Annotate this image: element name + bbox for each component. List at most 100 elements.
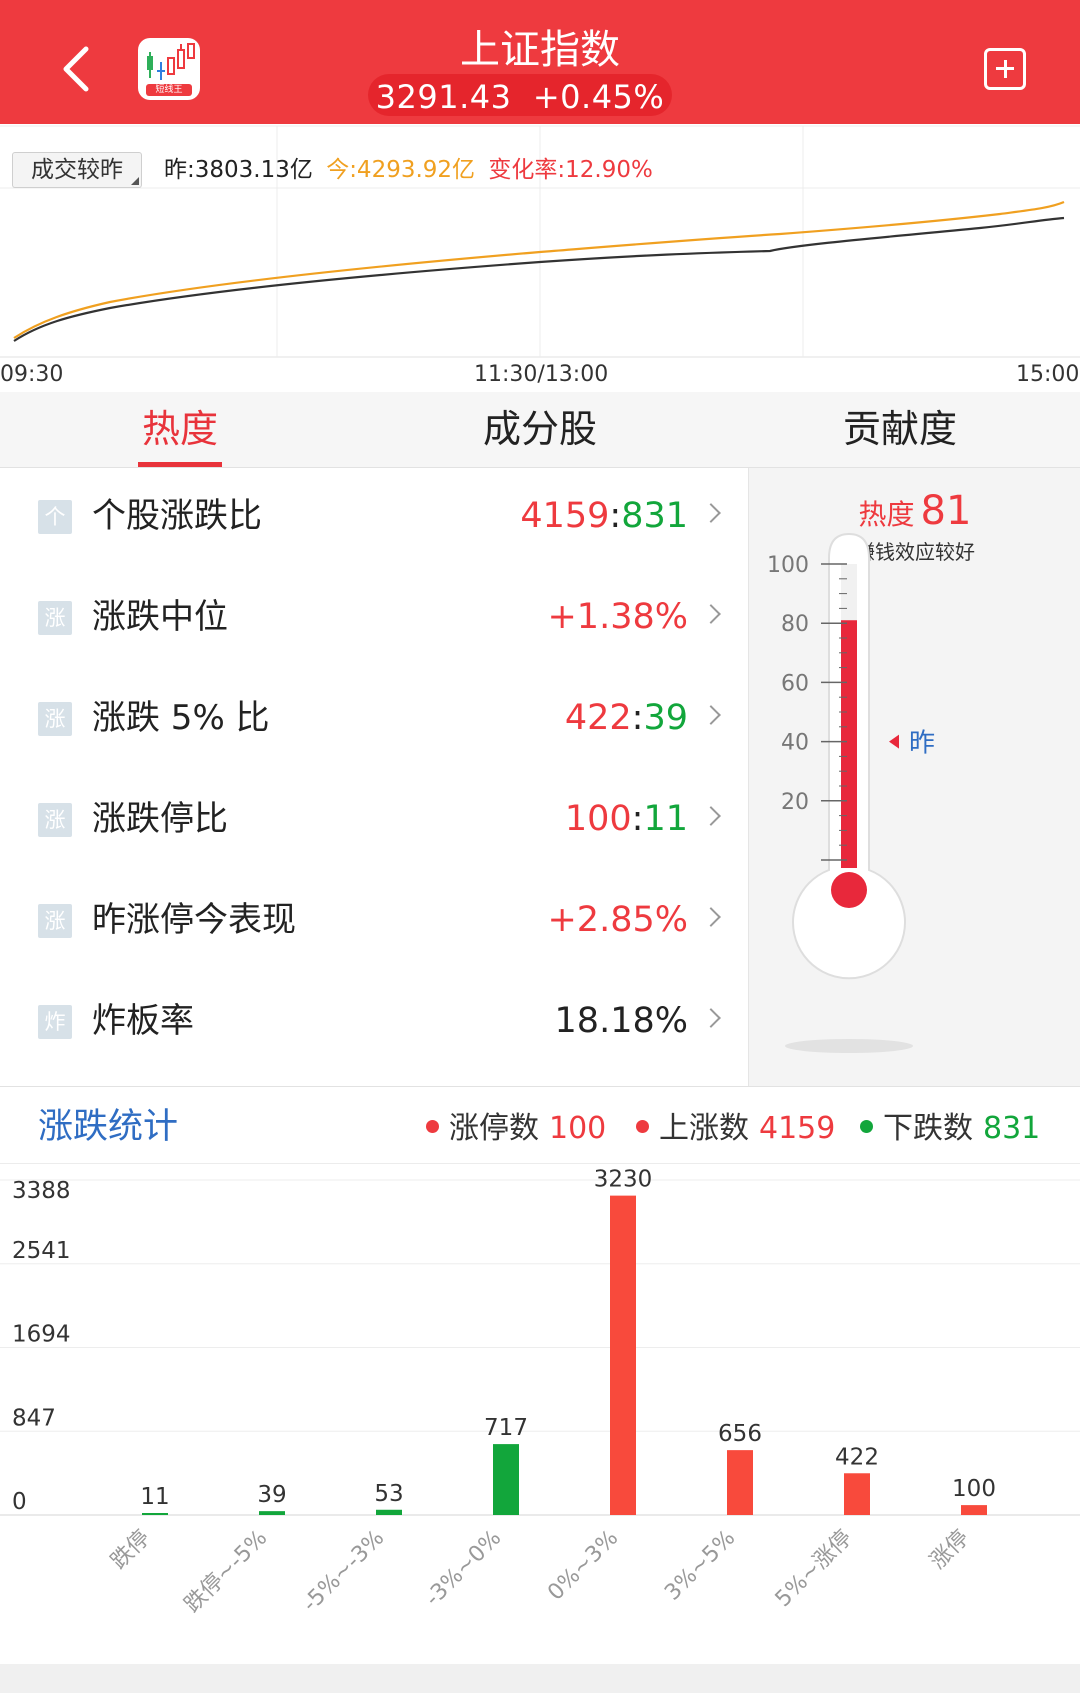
volume-change-rate: 变化率:12.90% xyxy=(488,157,653,183)
bar-value-label: 100 xyxy=(952,1476,996,1502)
x-tick-label: -3%~0% xyxy=(421,1526,507,1612)
y-tick-label: 3388 xyxy=(12,1178,71,1204)
legend-decliners: 下跌数 831 xyxy=(860,1109,1040,1149)
x-tick-label: 0%~3% xyxy=(543,1526,623,1606)
metric-label: 涨跌中位 xyxy=(92,597,228,637)
metric-value: 18.18% xyxy=(554,1001,688,1041)
metric-label: 涨跌 5% 比 xyxy=(92,698,270,738)
thermometer-bulb xyxy=(831,872,867,908)
x-tick-label: 3%~5% xyxy=(660,1526,740,1606)
bar-value-label: 3230 xyxy=(594,1167,653,1193)
index-price-text: 3291.43 +0.45% xyxy=(368,78,672,116)
metric-value: +2.85% xyxy=(547,900,688,940)
metric-icon: 涨 xyxy=(38,702,72,736)
metric-row-broken-board-rate[interactable]: 炸 炸板率 18.18% xyxy=(0,973,748,1073)
tab-bar: 热度 成分股 贡献度 xyxy=(0,392,1080,468)
bar xyxy=(376,1509,402,1515)
thermometer-scale-label: 80 xyxy=(781,612,809,637)
bar xyxy=(142,1513,168,1515)
yesterday-marker-label: 昨 xyxy=(909,729,935,759)
page-title: 上证指数 xyxy=(460,27,620,73)
tab-contribution[interactable]: 贡献度 xyxy=(720,392,1080,468)
bar xyxy=(727,1450,753,1515)
metric-row-limit-up-followthrough[interactable]: 涨 昨涨停今表现 +2.85% xyxy=(0,872,748,972)
distribution-bar-chart: 3388 2541 1694 847 0 11 跌停 39 跌停~-5% 53 -5%~-3% 717… xyxy=(0,1167,1080,1618)
heat-thermometer-panel: 热度 81 赚钱效应较好 100 80 60 40 20 昨 xyxy=(748,468,1080,1086)
tab-heat[interactable]: 热度 xyxy=(0,392,360,468)
metrics-list: 个 个股涨跌比 4159:831 涨 涨跌中位 +1.38% 涨 涨跌 5% 比… xyxy=(0,468,748,1086)
yesterday-volume-line xyxy=(13,216,1065,342)
metric-row-limit-ratio[interactable]: 涨 涨跌停比 100:11 xyxy=(0,771,748,871)
thermometer-scale-label: 100 xyxy=(767,553,809,578)
thermometer-scale-label: 20 xyxy=(781,790,809,815)
metric-icon: 涨 xyxy=(38,904,72,938)
volume-compare-legend: 昨:3803.13亿 今:4293.92亿 变化率:12.90% xyxy=(164,154,659,186)
metric-value: 4159:831 xyxy=(520,496,688,536)
candlestick-icon xyxy=(147,43,195,80)
volume-today: 今:4293.92亿 xyxy=(326,157,476,183)
metric-label: 涨跌停比 xyxy=(92,799,228,839)
x-tick-label: -5%~-3% xyxy=(298,1526,389,1617)
add-watchlist-button[interactable] xyxy=(984,48,1026,90)
metric-icon: 涨 xyxy=(38,803,72,837)
app-logo[interactable]: 短线王 xyxy=(138,38,200,100)
metric-row-adv-dec-ratio[interactable]: 个 个股涨跌比 4159:831 xyxy=(0,468,748,568)
y-tick-label: 1694 xyxy=(12,1322,71,1348)
active-tab-indicator xyxy=(138,462,222,467)
bar-value-label: 717 xyxy=(484,1415,528,1441)
bar xyxy=(844,1473,870,1515)
stats-title: 涨跌统计 xyxy=(38,1107,179,1147)
index-price-pill: 3291.43 +0.45% xyxy=(368,74,672,116)
tab-constituents[interactable]: 成分股 xyxy=(360,392,720,468)
thermometer-graphic: 100 80 60 40 20 昨 xyxy=(767,532,935,1053)
x-tick-label: 跌停~-5% xyxy=(180,1526,272,1618)
thermometer-shadow xyxy=(785,1039,913,1053)
metric-label: 个股涨跌比 xyxy=(92,496,262,536)
legend-dot xyxy=(860,1120,873,1133)
y-tick-label: 2541 xyxy=(12,1238,71,1264)
footer-strip xyxy=(0,1664,1080,1693)
metric-value: +1.38% xyxy=(547,597,688,637)
metric-row-5pct-ratio[interactable]: 涨 涨跌 5% 比 422:39 xyxy=(0,670,748,770)
chevron-right-icon xyxy=(701,705,721,725)
chevron-right-icon xyxy=(701,604,721,624)
metric-icon: 个 xyxy=(38,500,72,534)
metric-icon: 炸 xyxy=(38,1005,72,1039)
bar-value-label: 39 xyxy=(257,1482,286,1508)
chevron-right-icon xyxy=(701,1008,721,1028)
metric-row-median-change[interactable]: 涨 涨跌中位 +1.38% xyxy=(0,569,748,669)
legend-limit-up: 涨停数 100 xyxy=(426,1109,606,1149)
volume-yesterday: 昨:3803.13亿 xyxy=(164,157,313,183)
metric-label: 昨涨停今表现 xyxy=(92,900,296,940)
x-tick-label: 跌停 xyxy=(106,1526,155,1575)
volume-compare-selector[interactable]: 成交较昨 xyxy=(12,152,142,188)
bar-value-label: 422 xyxy=(835,1444,879,1470)
back-arrow-icon[interactable] xyxy=(56,44,96,94)
metric-label: 炸板率 xyxy=(92,1001,194,1041)
index-price: 3291.43 xyxy=(375,78,512,116)
chevron-right-icon xyxy=(701,503,721,523)
y-tick-label: 847 xyxy=(12,1405,56,1431)
time-label-open: 09:30 xyxy=(0,362,64,387)
bar-value-label: 11 xyxy=(140,1484,169,1510)
metric-icon: 涨 xyxy=(38,601,72,635)
y-tick-label: 0 xyxy=(12,1489,27,1515)
stats-header: 涨跌统计 涨停数 100 上涨数 4159 下跌数 831 xyxy=(0,1086,1080,1164)
bar-value-label: 53 xyxy=(374,1481,403,1507)
top-navigation-bar: 短线王 上证指数 3291.43 +0.45% xyxy=(0,0,1080,124)
bar-value-label: 656 xyxy=(718,1421,762,1447)
chevron-right-icon xyxy=(701,806,721,826)
app-logo-text: 短线王 xyxy=(155,85,183,95)
bar xyxy=(259,1511,285,1515)
legend-dot xyxy=(636,1120,649,1133)
time-label-close: 15:00 xyxy=(1016,362,1080,387)
bar xyxy=(493,1444,519,1515)
legend-dot xyxy=(426,1120,439,1133)
yesterday-marker-icon xyxy=(889,734,899,749)
today-volume-line xyxy=(13,200,1065,339)
x-tick-label: 5%~涨停 xyxy=(771,1526,858,1613)
x-tick-label: 涨停 xyxy=(925,1526,974,1575)
metric-value: 422:39 xyxy=(564,698,688,738)
thermometer-scale-label: 60 xyxy=(781,671,809,696)
index-change: +0.45% xyxy=(532,78,665,116)
